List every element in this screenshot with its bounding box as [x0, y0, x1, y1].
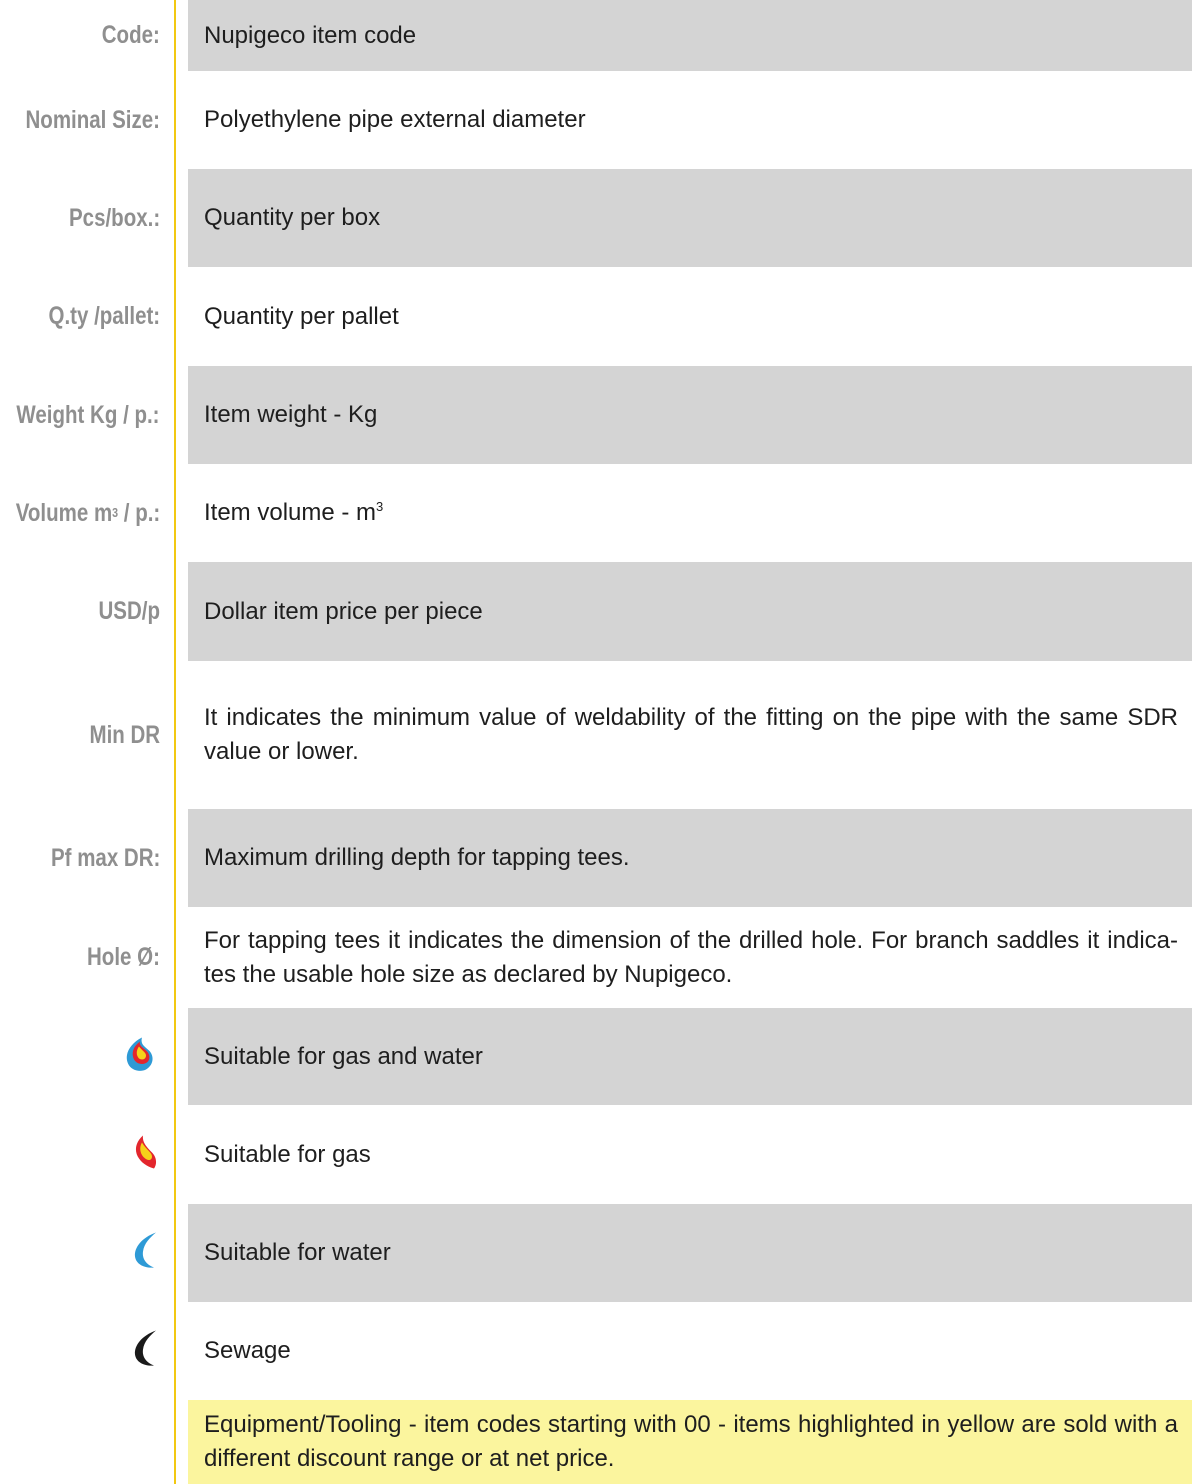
legend-row-weight: Weight Kg / p.: Item weight - Kg: [0, 366, 1192, 464]
code-description-box: Nupigeco item code: [188, 0, 1192, 71]
gas-and-water-icon: [120, 1034, 160, 1079]
hole-label: Hole Ø:: [87, 943, 160, 971]
min-dr-description-box: It indicates the minimum value of weldab…: [188, 661, 1192, 809]
usd-description: Dollar item price per piece: [204, 597, 483, 625]
legend-row-pcs-box: Pcs/box.: Quantity per box: [0, 169, 1192, 267]
pf-max-dr-description-box: Maximum drilling depth for tapping tees.: [188, 809, 1192, 907]
volume-description: Item volume - m3: [204, 496, 1178, 530]
nominal-size-label: Nominal Size:: [25, 105, 160, 134]
volume-label-text: Volume m: [15, 498, 112, 527]
qty-pallet-label: Q.ty /pallet:: [48, 302, 160, 330]
volume-description-superscript: 3: [376, 499, 384, 514]
weight-label: Weight Kg / p.:: [16, 400, 160, 429]
sewage-description: Sewage: [204, 1337, 291, 1364]
qty-pallet-description: Quantity per pallet: [204, 302, 399, 330]
legend-row-hole: Hole Ø: For tapping tees it indicates th…: [0, 907, 1192, 1008]
water-description: Suitable for water: [204, 1239, 391, 1266]
weight-description-box: Item weight - Kg: [188, 366, 1192, 464]
pf-max-dr-description: Maximum drilling depth for tapping tees.: [204, 844, 630, 871]
usd-description-box: Dollar item price per piece: [188, 562, 1192, 661]
equipment-note-box: Equipment/Tooling - item codes starting …: [188, 1400, 1192, 1484]
sewage-description-box: Sewage: [188, 1302, 1192, 1400]
legend-row-equipment-note: Equipment/Tooling - item codes starting …: [0, 1400, 1192, 1484]
water-description-box: Suitable for water: [188, 1204, 1192, 1302]
gas-description-box: Suitable for gas: [188, 1105, 1192, 1204]
legend-row-sewage: Sewage: [0, 1302, 1192, 1400]
volume-label-suffix: / p.:: [123, 498, 160, 527]
equipment-note-text: Equipment/Tooling - item codes starting …: [204, 1411, 1178, 1472]
water-drop-icon: [132, 1232, 160, 1275]
legend-row-gas-and-water: Suitable for gas and water: [0, 1008, 1192, 1105]
min-dr-description: It indicates the minimum value of weldab…: [204, 704, 1178, 765]
volume-description-text: Item volume - m: [204, 499, 377, 526]
gas-description: Suitable for gas: [204, 1140, 371, 1168]
pf-max-dr-label: Pf max DR:: [50, 843, 160, 872]
code-label: Code:: [101, 21, 160, 49]
nominal-size-description-box: Polyethylene pipe external diameter: [188, 71, 1192, 169]
hole-description: For tapping tees it indicates the dimens…: [204, 926, 1178, 988]
legend-row-min-dr: Min DR It indicates the minimum value of…: [0, 661, 1192, 809]
legend-row-usd: USD/p Dollar item price per piece: [0, 562, 1192, 661]
usd-label: USD/p: [98, 597, 161, 625]
pcs-box-description-box: Quantity per box: [188, 169, 1192, 267]
legend-row-qty-pallet: Q.ty /pallet: Quantity per pallet: [0, 267, 1192, 366]
legend-row-water: Suitable for water: [0, 1204, 1192, 1302]
legend-row-pf-max-dr: Pf max DR: Maximum drilling depth for ta…: [0, 809, 1192, 907]
gas-and-water-description-box: Suitable for gas and water: [188, 1008, 1192, 1105]
min-dr-label: Min DR: [89, 720, 160, 749]
legend-row-gas: Suitable for gas: [0, 1105, 1192, 1204]
sewage-drop-icon: [132, 1330, 160, 1373]
gas-flame-icon: [130, 1134, 160, 1175]
legend-row-volume: Volume m3 / p.: Item volume - m3: [0, 464, 1192, 562]
code-description: Nupigeco item code: [204, 21, 417, 49]
legend-row-nominal-size: Nominal Size: Polyethylene pipe external…: [0, 71, 1192, 169]
weight-description: Item weight - Kg: [204, 401, 378, 428]
pcs-box-label: Pcs/box.:: [68, 203, 160, 232]
nominal-size-description: Polyethylene pipe external diameter: [204, 106, 586, 133]
qty-pallet-description-box: Quantity per pallet: [188, 267, 1192, 366]
gas-and-water-description: Suitable for gas and water: [204, 1042, 483, 1070]
legend-row-code: Code: Nupigeco item code: [0, 0, 1192, 71]
volume-label: Volume m3 / p.:: [15, 498, 160, 527]
volume-description-box: Item volume - m3: [188, 464, 1192, 562]
pcs-box-description: Quantity per box: [204, 204, 381, 231]
hole-description-box: For tapping tees it indicates the dimens…: [188, 907, 1192, 1008]
